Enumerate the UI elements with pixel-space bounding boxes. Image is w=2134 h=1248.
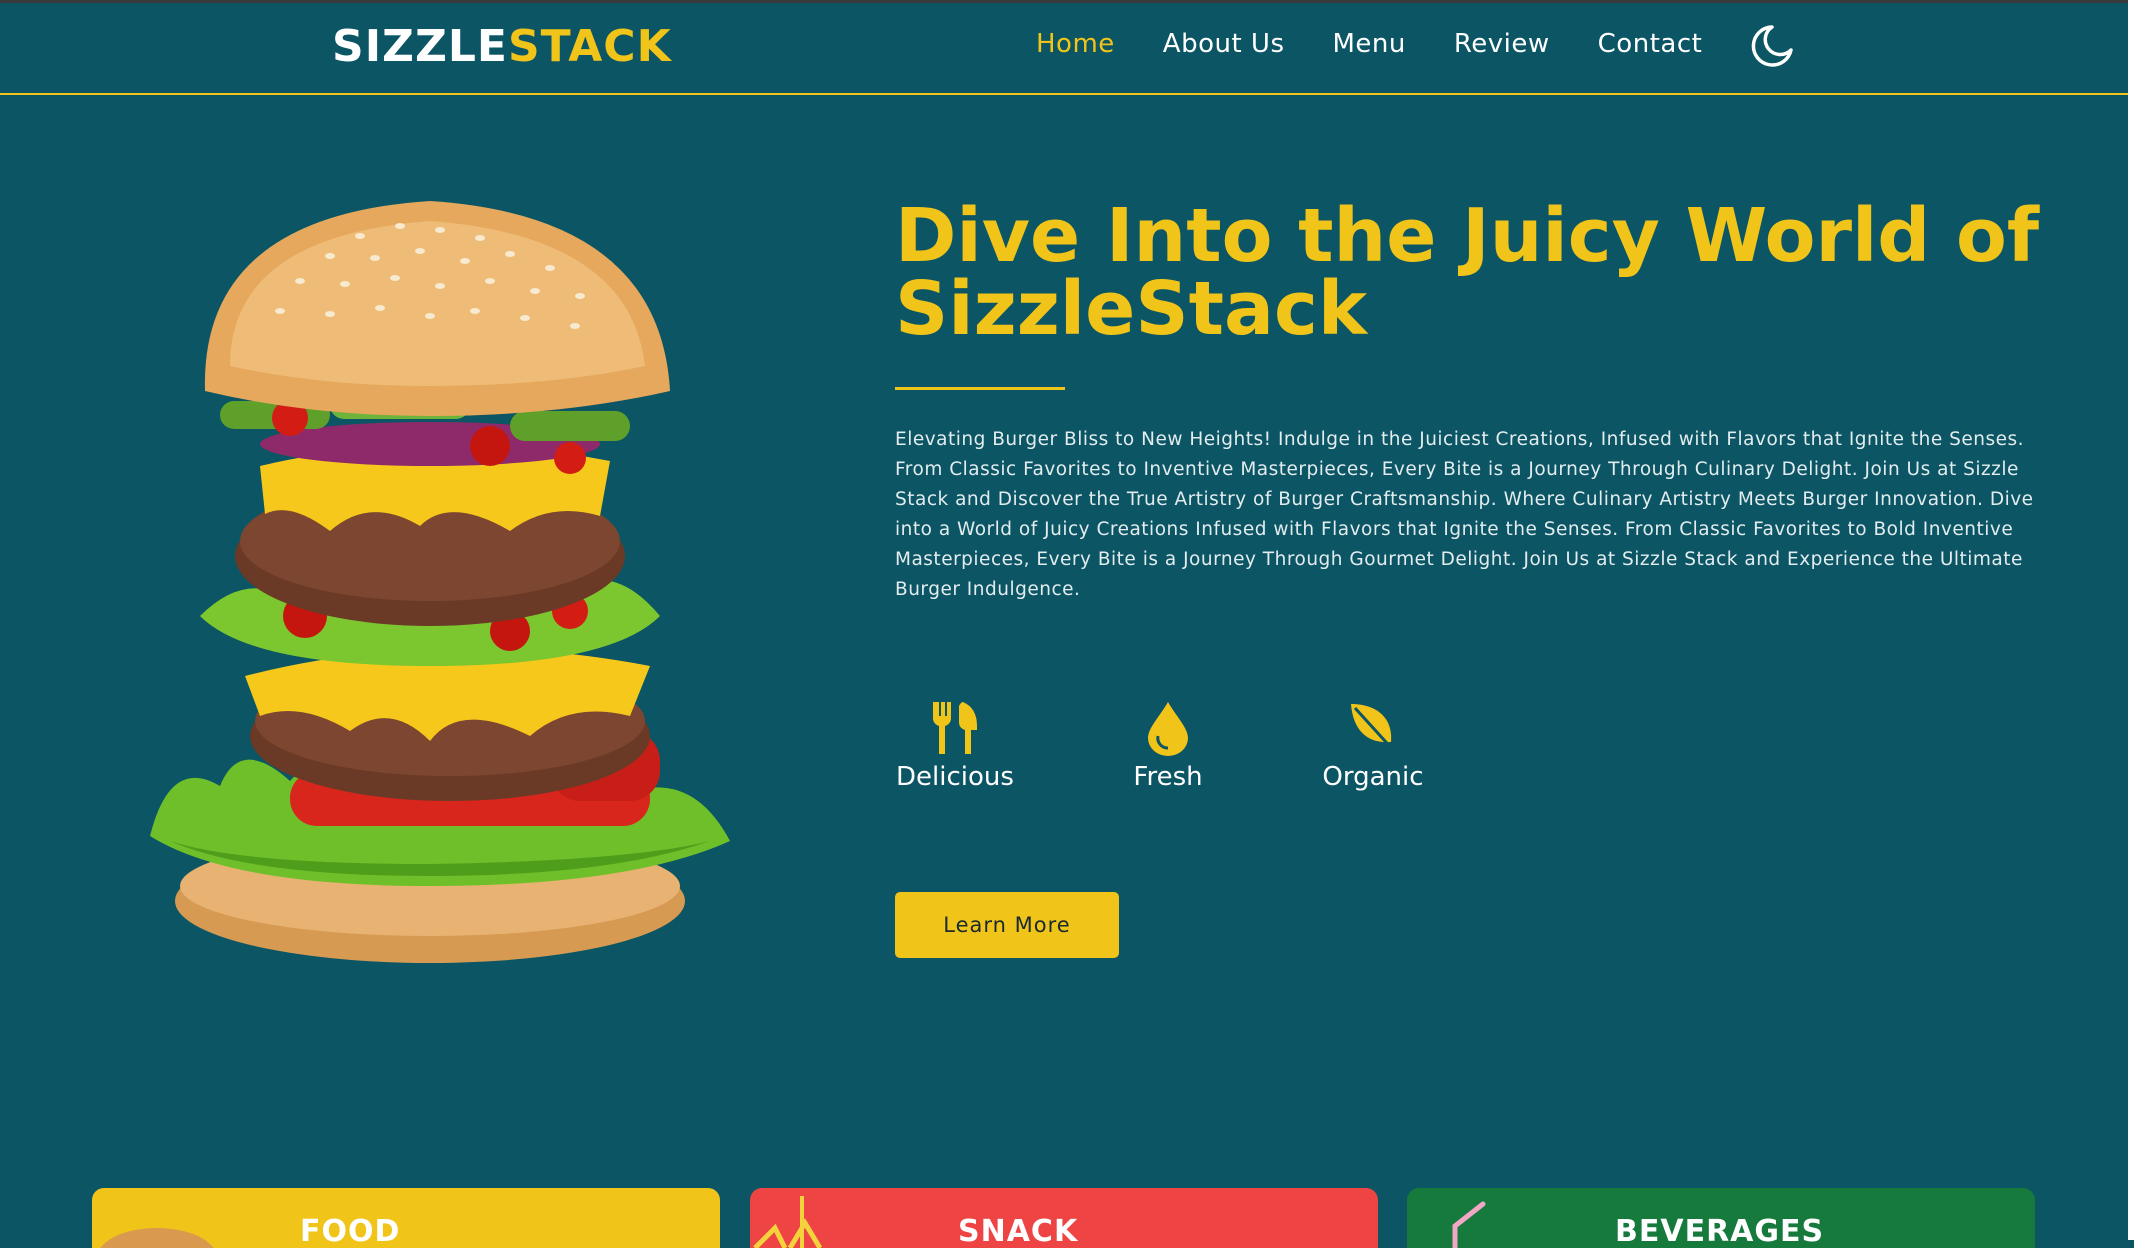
feature-organic: Organic (1318, 700, 1428, 792)
nav-about-us[interactable]: About Us (1163, 29, 1285, 59)
hero-description: Elevating Burger Bliss to New Heights! I… (895, 429, 2034, 600)
logo-part-2: STACK (507, 21, 672, 72)
nav-contact[interactable]: Contact (1598, 29, 1703, 59)
site-header: SIZZLESTACK Home About Us Menu Review Co… (0, 3, 2128, 95)
nav-menu[interactable]: Menu (1333, 29, 1406, 59)
category-card-snack[interactable]: SNACK (750, 1188, 1378, 1248)
moon-icon[interactable] (1749, 23, 1795, 69)
burger-thumbnail (100, 1228, 214, 1248)
feature-label: Organic (1322, 762, 1424, 792)
fries-thumbnail (753, 1196, 823, 1248)
leaf-icon (1351, 704, 1397, 754)
feature-label: Fresh (1133, 762, 1203, 792)
nav-home[interactable]: Home (1036, 29, 1115, 59)
burger-image (150, 201, 730, 963)
main-nav: Home About Us Menu Review Contact (1036, 29, 1750, 59)
scrollbar-edge (2128, 0, 2134, 1240)
straw-icon (1452, 1201, 1486, 1248)
site-logo[interactable]: SIZZLESTACK (332, 21, 672, 72)
nav-review[interactable]: Review (1454, 29, 1550, 59)
logo-part-1: SIZZLE (332, 21, 508, 72)
drop-icon (1148, 702, 1188, 756)
fork-knife-icon (932, 702, 977, 754)
category-card-food[interactable]: FOOD (92, 1188, 720, 1248)
category-title: FOOD (300, 1214, 401, 1248)
category-title: BEVERAGES (1615, 1214, 1825, 1248)
learn-more-button[interactable]: Learn More (895, 892, 1119, 958)
category-card-beverages[interactable]: BEVERAGES (1407, 1188, 2035, 1248)
feature-label: Delicious (896, 762, 1014, 792)
feature-delicious: Delicious (895, 700, 1015, 792)
title-underline (895, 387, 1065, 390)
hero-title: Dive Into the Juicy World of SizzleStack (895, 193, 2040, 352)
category-title: SNACK (958, 1214, 1079, 1248)
feature-fresh: Fresh (1118, 700, 1218, 792)
